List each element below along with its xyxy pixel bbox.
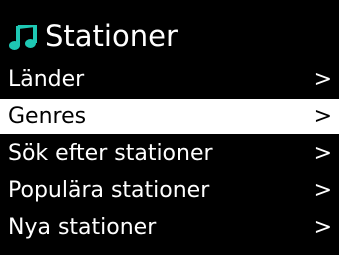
chevron-right-icon: >	[313, 178, 332, 203]
header: Stationer	[0, 0, 339, 62]
chevron-right-icon: >	[313, 104, 332, 129]
menu-item-label: Länder	[8, 67, 85, 92]
menu-item-label: Genres	[8, 104, 87, 129]
chevron-right-icon: >	[313, 215, 332, 240]
station-menu: Länder > Genres > Sök efter stationer > …	[0, 62, 339, 247]
menu-item-sok-efter-stationer[interactable]: Sök efter stationer >	[0, 136, 339, 171]
chevron-right-icon: >	[313, 67, 332, 92]
menu-item-genres[interactable]: Genres >	[0, 99, 339, 134]
chevron-right-icon: >	[313, 141, 332, 166]
menu-item-label: Sök efter stationer	[8, 141, 213, 166]
menu-item-label: Populära stationer	[8, 178, 210, 203]
music-note-icon	[9, 25, 37, 50]
display-screen: Stationer Länder > Genres > Sök efter st…	[0, 0, 339, 255]
menu-item-lander[interactable]: Länder >	[0, 62, 339, 97]
menu-item-label: Nya stationer	[8, 215, 157, 240]
menu-item-nya-stationer[interactable]: Nya stationer >	[0, 210, 339, 245]
menu-item-populara-stationer[interactable]: Populära stationer >	[0, 173, 339, 208]
screen-title: Stationer	[45, 19, 178, 53]
